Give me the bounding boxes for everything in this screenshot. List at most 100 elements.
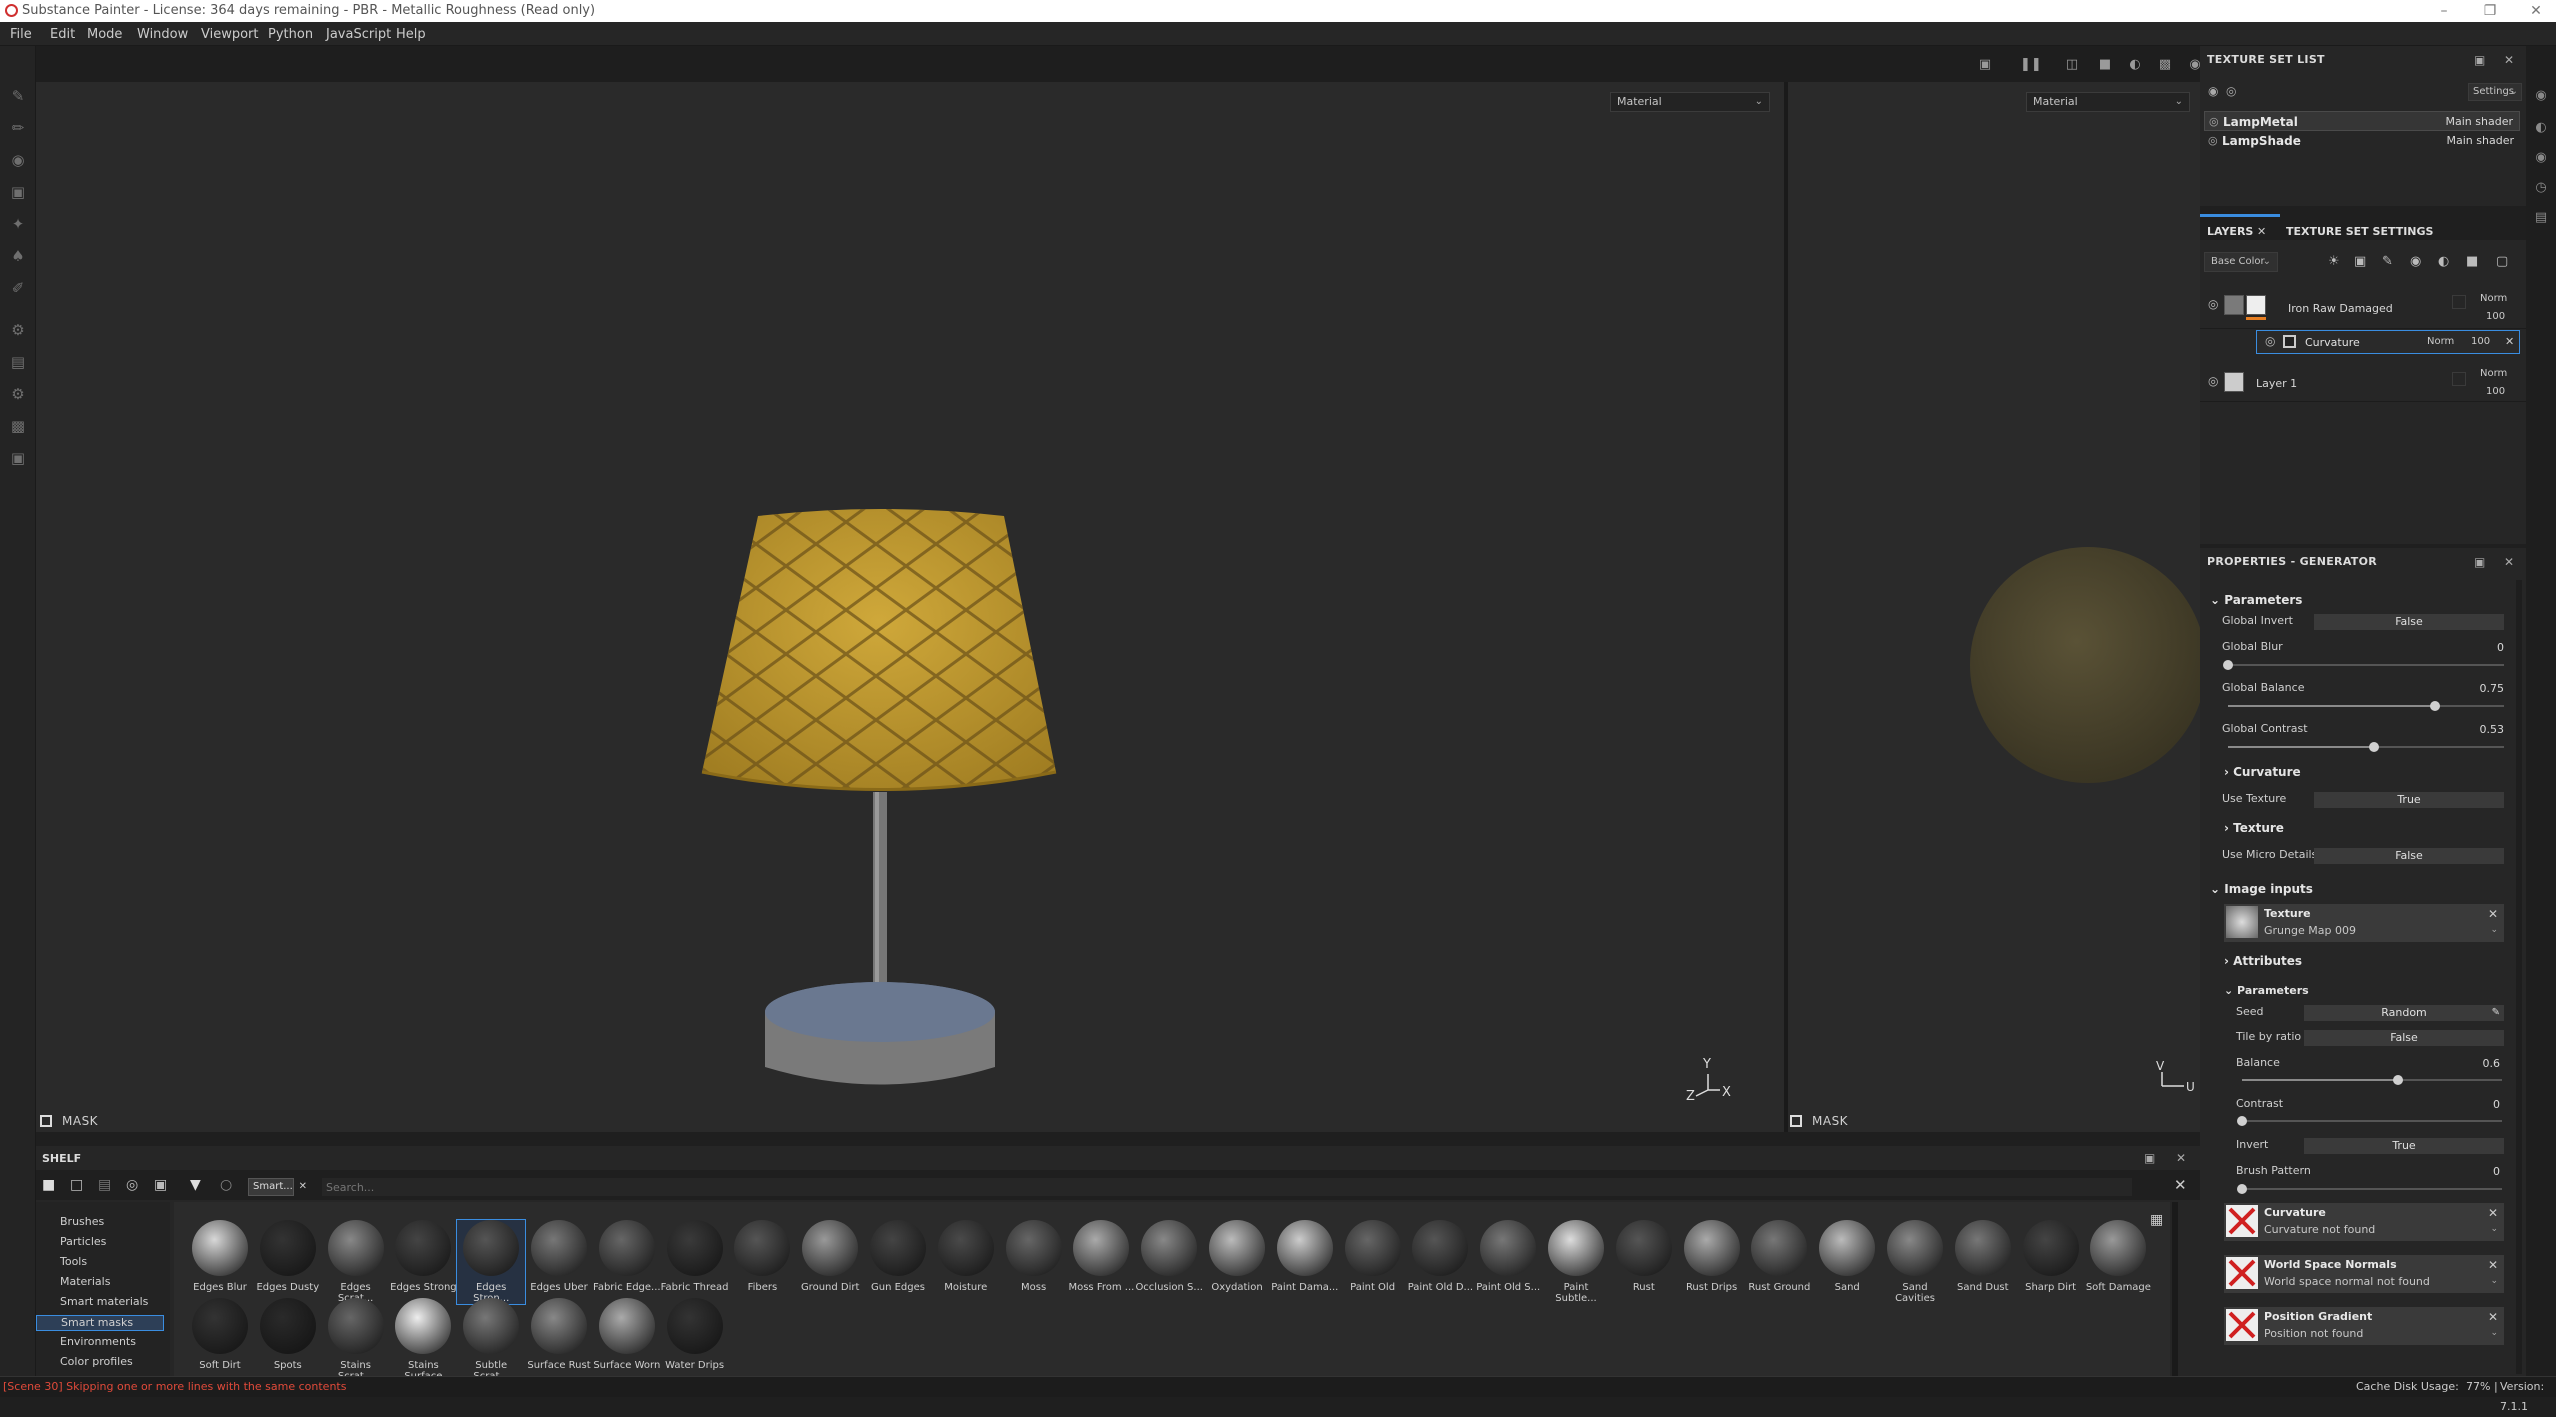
layer-row[interactable]: ◎ Iron Raw Damaged Norm 100 <box>2200 289 2526 329</box>
use-micro-details-toggle[interactable]: False <box>2314 848 2504 864</box>
shelf-item[interactable]: Sand <box>1813 1220 1881 1293</box>
blend-mode[interactable]: Norm <box>2480 368 2507 379</box>
display-settings-icon[interactable]: ◐ <box>2533 120 2549 136</box>
close-tab-icon[interactable]: ✕ <box>2257 225 2266 238</box>
add-folder-icon[interactable]: ■ <box>2466 254 2478 269</box>
hide-icon[interactable]: ◎ <box>126 1177 138 1193</box>
menu-file[interactable]: File <box>10 27 32 42</box>
log-icon[interactable]: ▤ <box>2533 210 2549 226</box>
tab-layers[interactable]: LAYERS <box>2207 225 2253 238</box>
shelf-search-input[interactable] <box>322 1178 2132 1196</box>
close-icon[interactable]: ✕ <box>2488 907 2498 921</box>
paint-brush-icon[interactable]: ✎ <box>8 86 28 106</box>
texture-set-item[interactable]: ◎ LampMetal Main shader <box>2204 111 2520 131</box>
folder-icon[interactable]: ■ <box>42 1177 55 1193</box>
contrast-slider[interactable] <box>2237 1116 2502 1126</box>
shelf-item[interactable]: Ground Dirt <box>796 1220 864 1293</box>
menu-viewport[interactable]: Viewport <box>201 27 259 42</box>
shelf-item[interactable]: Edges Stron... <box>456 1219 527 1305</box>
add-fill-layer-icon[interactable]: ◉ <box>2410 254 2421 269</box>
camera-icon[interactable]: ▩ <box>2156 56 2174 74</box>
blend-mode[interactable]: Norm <box>2427 336 2454 347</box>
shelf-item[interactable]: Stains Scrat... <box>322 1298 390 1382</box>
balance-slider[interactable] <box>2242 1075 2502 1085</box>
close-icon[interactable]: ✕ <box>2504 46 2514 74</box>
texture-input-slot[interactable]: Texture Grunge Map 009 ✕ ⌄ <box>2224 904 2504 942</box>
filter-tag[interactable]: Smart... ✕ <box>248 1178 307 1196</box>
channel-select[interactable]: Base Color ⌄ <box>2204 252 2278 272</box>
use-texture-toggle[interactable]: True <box>2314 792 2504 808</box>
shelf-item[interactable]: Rust <box>1610 1220 1678 1293</box>
eye-icon[interactable]: ◎ <box>2265 334 2275 348</box>
viewport-2d[interactable]: U V <box>1788 82 2206 1132</box>
global-balance-value[interactable]: 0.75 <box>2464 682 2505 695</box>
chevron-down-icon[interactable]: ⌄ <box>2490 925 2498 935</box>
filter-icon[interactable]: ▼ <box>190 1177 201 1193</box>
close-icon[interactable]: ✕ <box>2176 1151 2186 1165</box>
contrast-value[interactable]: 0 <box>2460 1098 2500 1111</box>
shelf-item[interactable]: Subtle Scrat... <box>457 1298 525 1382</box>
layer-row[interactable]: ◎ Layer 1 Norm 100 <box>2200 364 2526 402</box>
texture-set-item[interactable]: ◎ LampShade Main shader <box>2204 131 2520 151</box>
properties-scrollbar[interactable] <box>2516 580 2522 1374</box>
world-space-normals-input-slot[interactable]: World Space Normals World space normal n… <box>2224 1255 2504 1293</box>
new-item-icon[interactable]: □ <box>70 1177 83 1193</box>
texture-set-shader[interactable]: Main shader <box>2446 112 2513 132</box>
minimize-icon[interactable]: – <box>2424 0 2464 22</box>
global-blur-slider[interactable] <box>2223 660 2504 670</box>
shelf-item[interactable]: Fabric Thread <box>661 1220 729 1293</box>
global-invert-toggle[interactable]: False <box>2314 614 2504 630</box>
export-icon[interactable]: ▤ <box>8 352 28 372</box>
shelf-item[interactable]: Edges Dusty <box>254 1220 322 1293</box>
chevron-down-icon[interactable]: ⌄ <box>2490 1328 2498 1338</box>
shelf-category-smart-materials[interactable]: Smart materials <box>60 1295 148 1308</box>
shelf-item[interactable]: Paint Old S... <box>1474 1220 1542 1293</box>
undock-icon[interactable]: ▣ <box>2144 1151 2155 1165</box>
shelf-item[interactable]: Edges Uber <box>525 1220 593 1293</box>
invert-toggle[interactable]: True <box>2304 1138 2504 1154</box>
global-blur-value[interactable]: 0 <box>2464 641 2504 654</box>
viewport-3d-mode-select[interactable]: Material ⌄ <box>1610 92 1770 112</box>
shelf-item[interactable]: Fibers <box>728 1220 796 1293</box>
eye-icon[interactable]: ◎ <box>2226 84 2236 98</box>
chevron-down-icon[interactable]: ⌄ <box>2490 1276 2498 1286</box>
mask-toggle-2d[interactable]: MASK <box>1790 1114 1848 1128</box>
shelf-item[interactable]: Gun Edges <box>864 1220 932 1293</box>
import-icon[interactable]: ▣ <box>154 1177 167 1193</box>
shelf-item[interactable]: Edges Strong <box>389 1220 457 1293</box>
curvature-section[interactable]: › Curvature <box>2224 765 2301 779</box>
bake-icon[interactable]: ⚙ <box>8 320 28 340</box>
shelf-category-tools[interactable]: Tools <box>60 1255 87 1268</box>
menu-window[interactable]: Window <box>137 27 188 42</box>
plugin-icon[interactable]: ▣ <box>8 448 28 468</box>
shader-icon[interactable]: ◉ <box>2533 150 2549 166</box>
shelf-item[interactable]: Paint Old <box>1339 1220 1407 1293</box>
eye-icon[interactable]: ◎ <box>2209 112 2219 132</box>
shelf-item[interactable]: Edges Scrat... <box>322 1220 390 1304</box>
seed-random-button[interactable]: Random ✎ <box>2304 1005 2504 1021</box>
parameters-section[interactable]: ⌄ Parameters <box>2210 593 2302 607</box>
shelf-category-particles[interactable]: Particles <box>60 1235 106 1248</box>
clone-stamp-icon[interactable]: ♠ <box>8 246 28 266</box>
visibility-toggle-icon[interactable]: ◉ <box>2208 84 2218 98</box>
shelf-item[interactable]: Surface Rust <box>525 1298 593 1371</box>
shelf-item[interactable]: Occlusion S... <box>1135 1220 1203 1293</box>
projection-icon[interactable]: ◉ <box>8 150 28 170</box>
shelf-category-materials[interactable]: Materials <box>60 1275 110 1288</box>
shelf-item[interactable]: Paint Dama... <box>1271 1220 1339 1293</box>
chevron-down-icon[interactable]: ⌄ <box>2490 1224 2498 1234</box>
clear-filter-icon[interactable]: ○ <box>220 1177 232 1193</box>
close-window-icon[interactable]: ✕ <box>2516 0 2556 22</box>
shelf-item[interactable]: Moss <box>1000 1220 1068 1293</box>
smudge-icon[interactable]: ✦ <box>8 214 28 234</box>
shelf-item[interactable]: Paint Subtle... <box>1542 1220 1610 1304</box>
eye-icon[interactable]: ◎ <box>2208 297 2218 311</box>
shelf-category-environments[interactable]: Environments <box>60 1335 136 1348</box>
texture-set-shader[interactable]: Main shader <box>2447 131 2514 151</box>
split-view-icon[interactable]: ◫ <box>2063 56 2081 74</box>
list-view-icon[interactable]: ▤ <box>98 1177 111 1193</box>
color-picker-icon[interactable]: ✐ <box>8 278 28 298</box>
eye-icon[interactable]: ◎ <box>2208 131 2218 151</box>
add-paint-layer-icon[interactable]: ✎ <box>2382 254 2393 269</box>
mask-toggle-3d[interactable]: MASK <box>40 1114 98 1128</box>
